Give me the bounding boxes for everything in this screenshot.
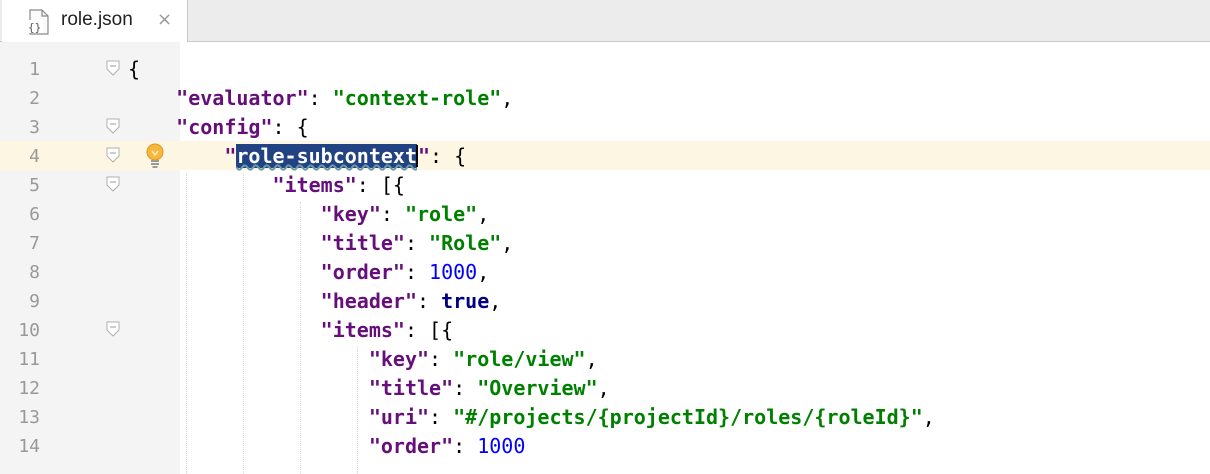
line-number: 13: [18, 407, 40, 428]
code-text: "evaluator": "context-role",: [176, 86, 514, 110]
json-file-icon: {}: [27, 9, 49, 35]
code-line-6: 6 "key": "role",: [0, 199, 1210, 228]
code-line-12: 12 "title": "Overview",: [0, 373, 1210, 402]
code-line-14: 14 "order": 1000: [0, 431, 1210, 460]
line-number: 14: [18, 436, 40, 457]
code-text: "uri": "#/projects/{projectId}/roles/{ro…: [368, 405, 935, 429]
fold-icon[interactable]: [106, 118, 120, 134]
line-number: 8: [29, 262, 40, 283]
code-line-2: 2 "evaluator": "context-role",: [0, 83, 1210, 112]
code-line-7: 7 "title": "Role",: [0, 228, 1210, 257]
code-text: "title": "Overview",: [368, 376, 610, 400]
code-line-9: 9 "header": true,: [0, 286, 1210, 315]
code-text: "config": {: [176, 115, 309, 139]
code-text: "key": "role/view",: [368, 347, 598, 371]
code-line-5: 5 "items": [{: [0, 170, 1210, 199]
code-line-10: 10 "items": [{: [0, 315, 1210, 344]
editor-tab-bar: {} role.json ×: [0, 0, 1210, 42]
tab-role-json[interactable]: {} role.json ×: [2, 0, 188, 42]
code-text: "header": true,: [320, 289, 502, 313]
line-number: 5: [29, 175, 40, 196]
code-line-8: 8 "order": 1000,: [0, 257, 1210, 286]
selected-text: role-subcontext: [236, 144, 417, 168]
code-text: "order": 1000,: [320, 260, 490, 284]
code-line-4: 4 "role-subcontext": {: [0, 141, 1210, 170]
line-number: 3: [29, 117, 40, 138]
line-number: 2: [29, 88, 40, 109]
fold-icon[interactable]: [106, 60, 120, 76]
fold-icon[interactable]: [106, 147, 120, 163]
code-text: "items": [{: [320, 318, 454, 342]
code-text: "key": "role",: [320, 202, 490, 226]
line-number: 6: [29, 204, 40, 225]
fold-icon[interactable]: [106, 176, 120, 192]
close-icon[interactable]: ×: [157, 9, 172, 30]
fold-icon[interactable]: [106, 321, 120, 337]
code-line-3: 3 "config": {: [0, 112, 1210, 141]
code-text: "role-subcontext": {: [224, 144, 467, 168]
code-text: "items": [{: [272, 173, 405, 197]
code-line-13: 13 "uri": "#/projects/{projectId}/roles/…: [0, 402, 1210, 431]
line-number: 4: [29, 146, 40, 167]
code-text: {: [128, 57, 141, 81]
line-number: 1: [29, 59, 40, 80]
line-number: 11: [18, 349, 40, 370]
svg-text:{}: {}: [28, 21, 41, 34]
code-line-1: 1 {: [0, 54, 1210, 83]
code-line-11: 11 "key": "role/view",: [0, 344, 1210, 373]
code-text: "order": 1000: [368, 434, 526, 458]
line-number: 12: [18, 378, 40, 399]
code-text: "title": "Role",: [320, 231, 514, 255]
line-number: 7: [29, 233, 40, 254]
line-number: 10: [18, 320, 40, 341]
code-editor[interactable]: 1 { 2 "evaluator": "context-role", 3 "co…: [0, 42, 1210, 474]
tab-label: role.json: [61, 9, 133, 30]
line-number: 9: [29, 291, 40, 312]
